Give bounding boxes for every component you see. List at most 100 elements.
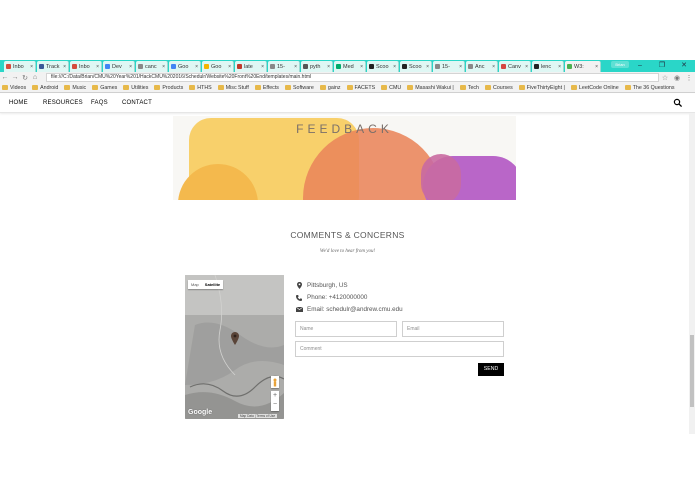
contact-location: Pittsburgh, US xyxy=(294,282,348,289)
zoom-out-button[interactable]: − xyxy=(271,400,279,409)
nav-contact[interactable]: CONTACT xyxy=(122,100,152,106)
url-input[interactable]: file:///C:/Data/Brian/CMU%20Year%201/Hac… xyxy=(46,73,659,82)
email-text[interactable]: Email: schedulr@andrew.cmu.edu xyxy=(307,306,403,313)
browser-tab[interactable]: lenc × xyxy=(532,61,564,72)
bookmark-item[interactable]: HTHS xyxy=(189,85,212,91)
browser-tab[interactable]: Scoo × xyxy=(400,61,432,72)
tab-close-icon[interactable]: × xyxy=(360,64,363,70)
browser-tab[interactable]: Canv × xyxy=(499,61,531,72)
street-view-pegman-icon[interactable] xyxy=(271,376,279,388)
browser-tab[interactable]: Goo × xyxy=(169,61,201,72)
tab-close-icon[interactable]: × xyxy=(228,64,231,70)
browser-tab[interactable]: canc × xyxy=(136,61,168,72)
tab-close-icon[interactable]: × xyxy=(96,64,99,70)
browser-tab[interactable]: Dev × xyxy=(103,61,135,72)
tab-close-icon[interactable]: × xyxy=(162,64,165,70)
tab-close-icon[interactable]: × xyxy=(261,64,264,70)
bookmark-item[interactable]: Masashi Wakui | xyxy=(407,85,454,91)
zoom-in-button[interactable]: + xyxy=(271,391,279,400)
folder-icon xyxy=(64,85,71,90)
browser-tab[interactable]: Inbo × xyxy=(70,61,102,72)
map-footer[interactable]: Map Data | Terms of Use xyxy=(238,414,278,418)
scrollbar-thumb[interactable] xyxy=(690,335,694,407)
bookmark-star-icon[interactable]: ☆ xyxy=(659,74,671,82)
bookmark-item[interactable]: Courses xyxy=(485,85,513,91)
satellite-tab[interactable]: Satellite xyxy=(202,280,223,289)
nav-home[interactable]: HOME xyxy=(9,100,28,106)
tab-close-icon[interactable]: × xyxy=(30,64,33,70)
forward-icon[interactable]: → xyxy=(10,74,20,81)
tab-close-icon[interactable]: × xyxy=(492,64,495,70)
bookmark-label: Tech xyxy=(467,84,480,91)
browser-tab[interactable]: W3: × xyxy=(565,61,601,72)
profile-button[interactable]: Brian xyxy=(611,61,629,68)
tab-favicon-icon xyxy=(72,64,77,69)
browser-tab[interactable]: pyth × xyxy=(301,61,333,72)
browser-tab[interactable]: Scoo × xyxy=(367,61,399,72)
comment-input[interactable]: Comment xyxy=(295,341,504,357)
top-blank-area xyxy=(0,0,695,60)
bookmark-item[interactable]: Utilities xyxy=(123,85,148,91)
home-icon[interactable]: ⌂ xyxy=(30,74,40,81)
menu-icon[interactable]: ⋮ xyxy=(683,74,695,82)
browser-tab[interactable]: 15- × xyxy=(268,61,300,72)
email-input[interactable]: Email xyxy=(402,321,504,337)
tab-close-icon[interactable]: × xyxy=(129,64,132,70)
maximize-icon[interactable]: ❐ xyxy=(651,60,673,72)
map-zoom-control[interactable]: + − xyxy=(271,391,279,411)
bookmark-item[interactable]: Videos xyxy=(2,85,26,91)
bookmark-item[interactable]: The 36 Questions xyxy=(624,85,675,91)
browser-tab[interactable]: 15- × xyxy=(433,61,465,72)
nav-faqs[interactable]: FAQS xyxy=(91,100,108,106)
bookmark-item[interactable]: FiveThirtyEight | xyxy=(518,85,565,91)
bookmark-item[interactable]: Effects xyxy=(254,85,279,91)
browser-tab[interactable]: Med × xyxy=(334,61,366,72)
back-icon[interactable]: ← xyxy=(0,74,10,81)
browser-tab[interactable]: late × xyxy=(235,61,267,72)
bookmark-item[interactable]: LeetCode Online xyxy=(570,85,619,91)
tab-close-icon[interactable]: × xyxy=(393,64,396,70)
bookmark-item[interactable]: Android xyxy=(32,85,58,91)
bookmark-item[interactable]: Software xyxy=(284,85,314,91)
bookmark-item[interactable]: Games xyxy=(92,85,117,91)
bookmark-item[interactable]: gainz xyxy=(319,85,341,91)
extension-icon[interactable]: ◉ xyxy=(671,74,683,82)
google-logo: Google xyxy=(188,409,213,416)
map-tab[interactable]: Map xyxy=(188,280,202,289)
bookmark-item[interactable]: Music xyxy=(64,85,86,91)
tab-close-icon[interactable]: × xyxy=(595,64,598,70)
reload-icon[interactable]: ↻ xyxy=(20,74,30,82)
browser-tab[interactable]: Inbo × xyxy=(4,61,36,72)
tab-close-icon[interactable]: × xyxy=(63,64,66,70)
bookmark-item[interactable]: Misc Stuff xyxy=(217,85,249,91)
tab-close-icon[interactable]: × xyxy=(195,64,198,70)
tab-close-icon[interactable]: × xyxy=(525,64,528,70)
send-button[interactable]: SEND xyxy=(478,363,504,376)
tab-close-icon[interactable]: × xyxy=(459,64,462,70)
minimize-icon[interactable]: – xyxy=(629,60,651,72)
nav-resources[interactable]: RESOURCES xyxy=(43,100,83,106)
close-window-icon[interactable]: ✕ xyxy=(673,60,695,72)
bookmark-item[interactable]: CMU xyxy=(381,85,401,91)
tab-close-icon[interactable]: × xyxy=(558,64,561,70)
bookmark-label: Android xyxy=(40,84,59,91)
bookmark-item[interactable]: Tech xyxy=(459,84,480,91)
bookmark-item[interactable]: FACETS xyxy=(346,85,375,91)
tab-label: 15- xyxy=(277,63,285,70)
bookmark-label: Utilities xyxy=(131,84,149,91)
bookmark-item[interactable]: Products xyxy=(154,85,183,91)
browser-tab[interactable]: Track × xyxy=(37,61,69,72)
tab-close-icon[interactable]: × xyxy=(327,64,330,70)
bookmark-label: Courses xyxy=(493,84,513,91)
map-marker-icon[interactable] xyxy=(231,332,239,345)
tab-close-icon[interactable]: × xyxy=(426,64,429,70)
browser-tab[interactable]: Goo × xyxy=(202,61,234,72)
name-input[interactable]: Name xyxy=(295,321,397,337)
map-widget[interactable]: Map Satellite + − Google Map Data | Term… xyxy=(185,275,284,419)
browser-tab[interactable]: Anc × xyxy=(466,61,498,72)
tab-close-icon[interactable]: × xyxy=(294,64,297,70)
map-type-toggle[interactable]: Map Satellite xyxy=(188,280,224,289)
search-icon[interactable] xyxy=(673,98,683,108)
section-title: COMMENTS & CONCERNS xyxy=(290,230,405,240)
bookmark-label: Games xyxy=(100,84,118,91)
